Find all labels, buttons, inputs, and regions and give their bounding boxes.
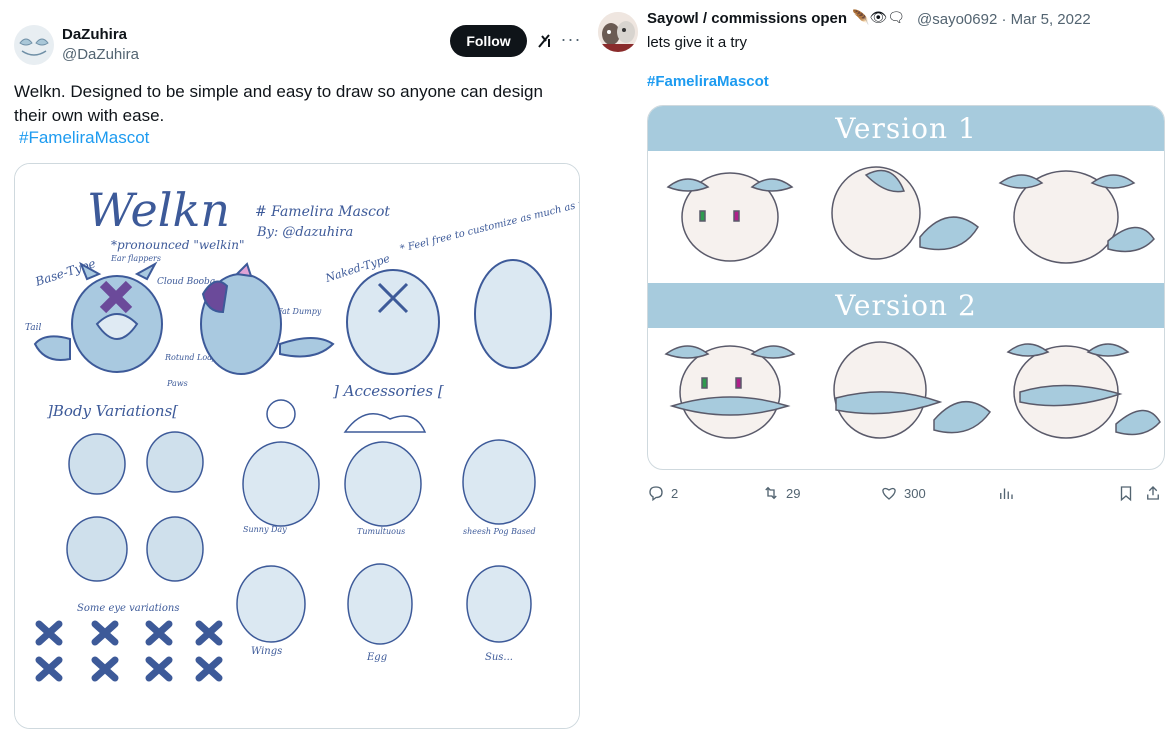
author-emojis: 🪶👁🗨 (852, 9, 905, 25)
sketch-byline: By: @dazuhira (256, 225, 353, 240)
hashtag-link[interactable]: #FameliraMascot (647, 73, 769, 90)
views-icon (1000, 488, 1013, 499)
like-button[interactable]: 300 (880, 482, 926, 504)
bookmark-button[interactable] (1117, 482, 1135, 504)
grok-icon[interactable] (535, 30, 555, 52)
version-2-figures (664, 341, 1161, 439)
reply-button[interactable]: 2 (647, 482, 678, 504)
views-button[interactable] (997, 482, 1015, 504)
sketch-subtitle: # Famelira Mascot (255, 204, 390, 220)
sketch-egg: Egg (366, 652, 387, 663)
bookmark-icon (1120, 486, 1132, 502)
author-name[interactable]: DaZuhira (62, 26, 127, 43)
sketch-paws: Paws (166, 379, 188, 388)
version-1-banner: Version 1 (648, 106, 1164, 151)
more-icon[interactable]: ··· (560, 28, 582, 50)
tweet-actions: 2 29 300 (647, 482, 1165, 504)
tweet-meta: @sayo0692 · Mar 5, 2022 (917, 11, 1091, 28)
sketch-pronunciation: *pronounced "welkin" (111, 238, 244, 252)
reply-count: 2 (671, 485, 679, 501)
like-count: 300 (904, 485, 926, 501)
sketch-title: Welkn (87, 183, 230, 237)
sketch-sheesh: sheesh Pog Based (463, 527, 536, 536)
retweet-button[interactable]: 29 (762, 482, 800, 504)
avatar[interactable] (598, 12, 638, 52)
version-1-figures (666, 166, 1155, 264)
sketch-eye-variations: Some eye variations (77, 603, 179, 614)
share-icon (1147, 486, 1159, 500)
sketch-ear-flappers: Ear flappers (110, 254, 161, 263)
author-handle[interactable]: @sayo0692 (917, 11, 997, 28)
author-handle[interactable]: @DaZuhira (62, 46, 139, 63)
reply-icon (649, 486, 663, 502)
version-2-banner: Version 2 (648, 283, 1164, 328)
sketch-fat-dumpy: Fat Dumpy (276, 307, 322, 316)
tweet-text: Welkn. Designed to be simple and easy to… (14, 82, 543, 125)
retweet-icon (765, 486, 777, 500)
sketch-sus: Sus... (485, 652, 513, 663)
author-name[interactable]: Sayowl / commissions open (647, 10, 847, 27)
hashtag-link[interactable]: #FameliraMascot (19, 128, 149, 148)
tweet-text: lets give it a try (647, 34, 748, 51)
left-tweet: DaZuhira @DaZuhira Follow ··· Welkn. Des… (0, 0, 595, 741)
meta-separator: · (1001, 11, 1007, 28)
sketch-body-variations: ]Body Variations[ (46, 402, 178, 420)
follow-button[interactable]: Follow (450, 25, 527, 57)
sketch-tumultuous: Tumultuous (357, 527, 405, 536)
right-tweet: Sayowl / commissions open 🪶👁🗨 @sayo0692 … (595, 0, 1176, 741)
tweet-image[interactable]: Welkn # Famelira Mascot By: @dazuhira *p… (14, 163, 580, 729)
retweet-count: 29 (786, 485, 801, 501)
sketch-wings: Wings (251, 646, 282, 657)
sketch-accessories: ] Accessories [ (332, 382, 444, 400)
avatar[interactable] (14, 25, 54, 65)
tweet-image[interactable]: Version 1 Version 2 (647, 105, 1165, 470)
share-button[interactable] (1144, 482, 1162, 504)
tweet-date[interactable]: Mar 5, 2022 (1011, 11, 1091, 28)
sketch-cloud-booba: Cloud Booba (157, 277, 215, 287)
heart-icon (882, 487, 896, 500)
sketch-tail: Tail (25, 323, 42, 333)
